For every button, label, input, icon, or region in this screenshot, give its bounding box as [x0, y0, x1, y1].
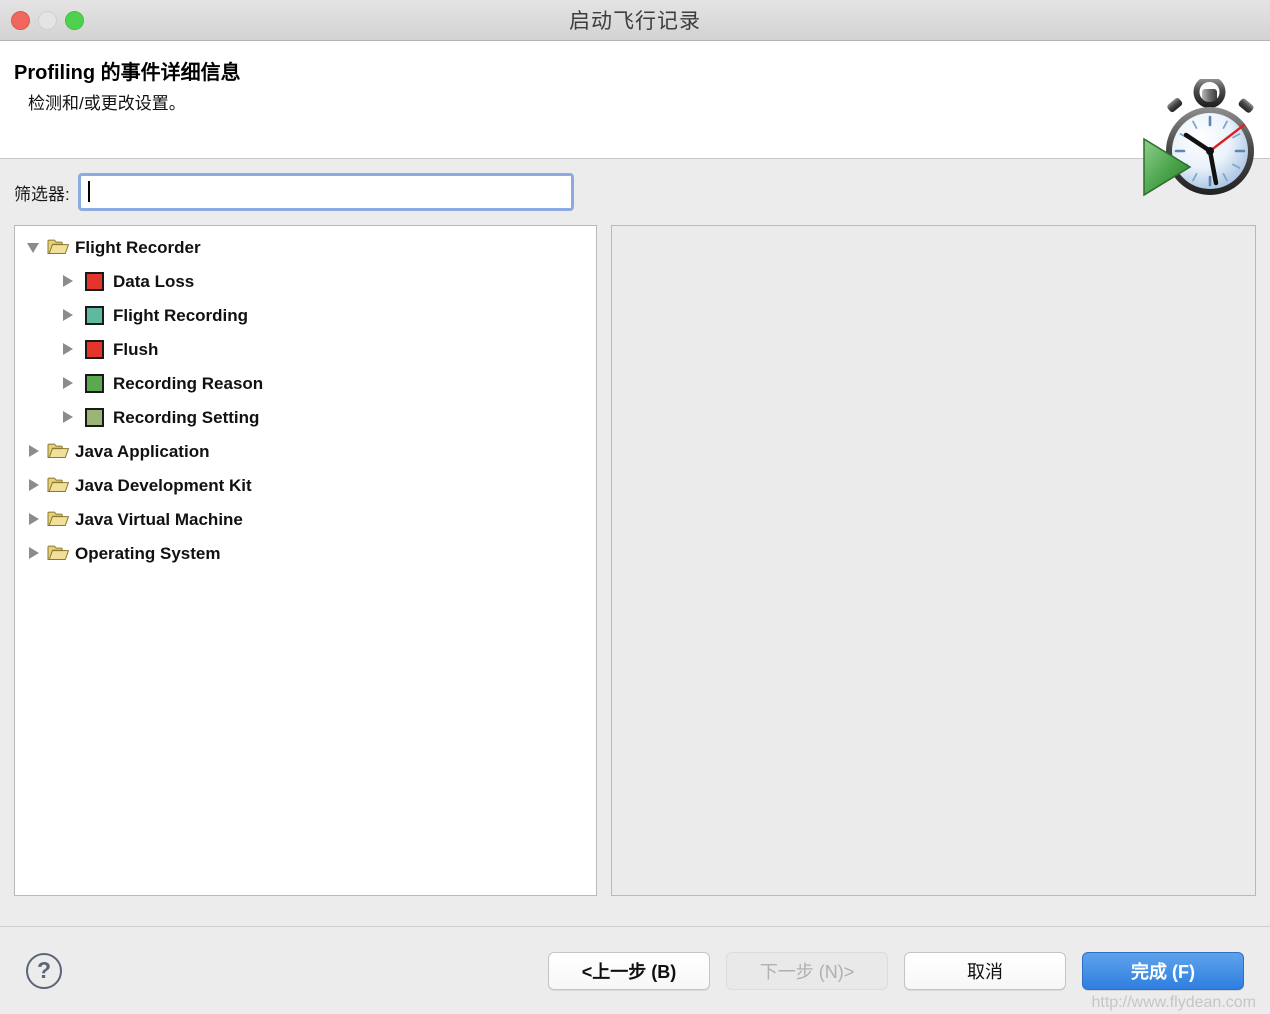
chevron-right-icon[interactable] [59, 272, 77, 290]
tree-item-recording-reason[interactable]: Recording Reason [15, 366, 596, 400]
chevron-right-icon[interactable] [59, 306, 77, 324]
chevron-right-icon[interactable] [59, 340, 77, 358]
cancel-button[interactable]: 取消 [904, 951, 1066, 990]
event-detail-pane[interactable] [611, 225, 1256, 896]
tree-item-label: Flight Recorder [75, 237, 201, 257]
wizard-buttons: <上一步 (B) 下一步 (N)> 取消 完成 (F) [548, 951, 1244, 990]
tree-item-label: Data Loss [113, 271, 195, 291]
window-title: 启动飞行记录 [569, 10, 701, 33]
tree-item-flight-recorder[interactable]: Flight Recorder [15, 230, 596, 264]
wizard-content: 筛选器: Flight Recorder Data Loss Flight Reco… [0, 159, 1270, 926]
color-swatch-icon [85, 339, 104, 359]
chevron-right-icon[interactable] [25, 476, 43, 494]
tree-item-label: Java Development Kit [75, 475, 252, 495]
folder-open-icon [47, 510, 70, 528]
wizard-header: Profiling 的事件详细信息 检测和/或更改设置。 [0, 41, 1270, 197]
color-swatch-icon [85, 407, 104, 427]
tree-item-label: Operating System [75, 543, 221, 563]
zoom-button[interactable] [65, 10, 84, 30]
tree-item-label: Java Virtual Machine [75, 509, 243, 529]
text-caret [87, 181, 90, 202]
help-icon[interactable]: ? [26, 952, 62, 989]
chevron-down-icon[interactable] [25, 238, 43, 256]
window-controls [11, 0, 84, 40]
tree-item-java-development-kit[interactable]: Java Development Kit [15, 468, 596, 502]
tree-item-operating-system[interactable]: Operating System [15, 536, 596, 570]
tree-item-flight-recording[interactable]: Flight Recording [15, 298, 596, 332]
next-button: 下一步 (N)> [726, 951, 888, 990]
color-swatch-icon [85, 271, 104, 291]
chevron-right-icon[interactable] [59, 374, 77, 392]
color-swatch-icon [85, 305, 104, 325]
panes: Flight Recorder Data Loss Flight Recording… [14, 225, 1256, 926]
filter-label: 筛选器: [14, 184, 70, 204]
tree-item-label: Recording Reason [113, 373, 264, 393]
button-bar: ? <上一步 (B) 下一步 (N)> 取消 完成 (F) http://www… [0, 926, 1270, 1014]
tree-item-java-application[interactable]: Java Application [15, 434, 596, 468]
tree-item-data-loss[interactable]: Data Loss [15, 264, 596, 298]
tree-item-recording-setting[interactable]: Recording Setting [15, 400, 596, 434]
color-swatch-icon [85, 373, 104, 393]
tree-item-java-virtual-machine[interactable]: Java Virtual Machine [15, 502, 596, 536]
tree-item-label: Flush [113, 339, 159, 359]
folder-open-icon [47, 476, 70, 494]
tree-item-label: Flight Recording [113, 305, 249, 325]
tree-item-flush[interactable]: Flush [15, 332, 596, 366]
tree-node-list: Flight Recorder Data Loss Flight Recording… [15, 230, 596, 570]
titlebar: 启动飞行记录 [0, 0, 1270, 41]
event-tree[interactable]: Flight Recorder Data Loss Flight Recording… [14, 225, 597, 896]
page-subtitle: 检测和/或更改设置。 [28, 94, 186, 113]
filter-input-wrapper[interactable] [77, 173, 574, 211]
tree-item-label: Java Application [75, 441, 210, 461]
dialog-window: 启动飞行记录 Profiling 的事件详细信息 检测和/或更改设置。 筛选器:… [0, 0, 1270, 1014]
filter-input[interactable] [80, 176, 571, 208]
watermark: http://www.flydean.com [1091, 994, 1256, 1011]
filter-row: 筛选器: [14, 159, 1256, 225]
tree-item-label: Recording Setting [113, 407, 260, 427]
page-title: Profiling 的事件详细信息 [14, 62, 241, 84]
minimize-button[interactable] [38, 10, 57, 30]
chevron-right-icon[interactable] [25, 510, 43, 528]
finish-button[interactable]: 完成 (F) [1082, 951, 1244, 990]
close-button[interactable] [11, 10, 30, 30]
folder-open-icon [47, 238, 70, 256]
back-button[interactable]: <上一步 (B) [548, 951, 710, 990]
chevron-right-icon[interactable] [59, 408, 77, 426]
stopwatch-play-icon [1143, 79, 1254, 197]
folder-open-icon [47, 544, 70, 562]
chevron-right-icon[interactable] [25, 442, 43, 460]
folder-open-icon [47, 442, 70, 460]
chevron-right-icon[interactable] [25, 544, 43, 562]
